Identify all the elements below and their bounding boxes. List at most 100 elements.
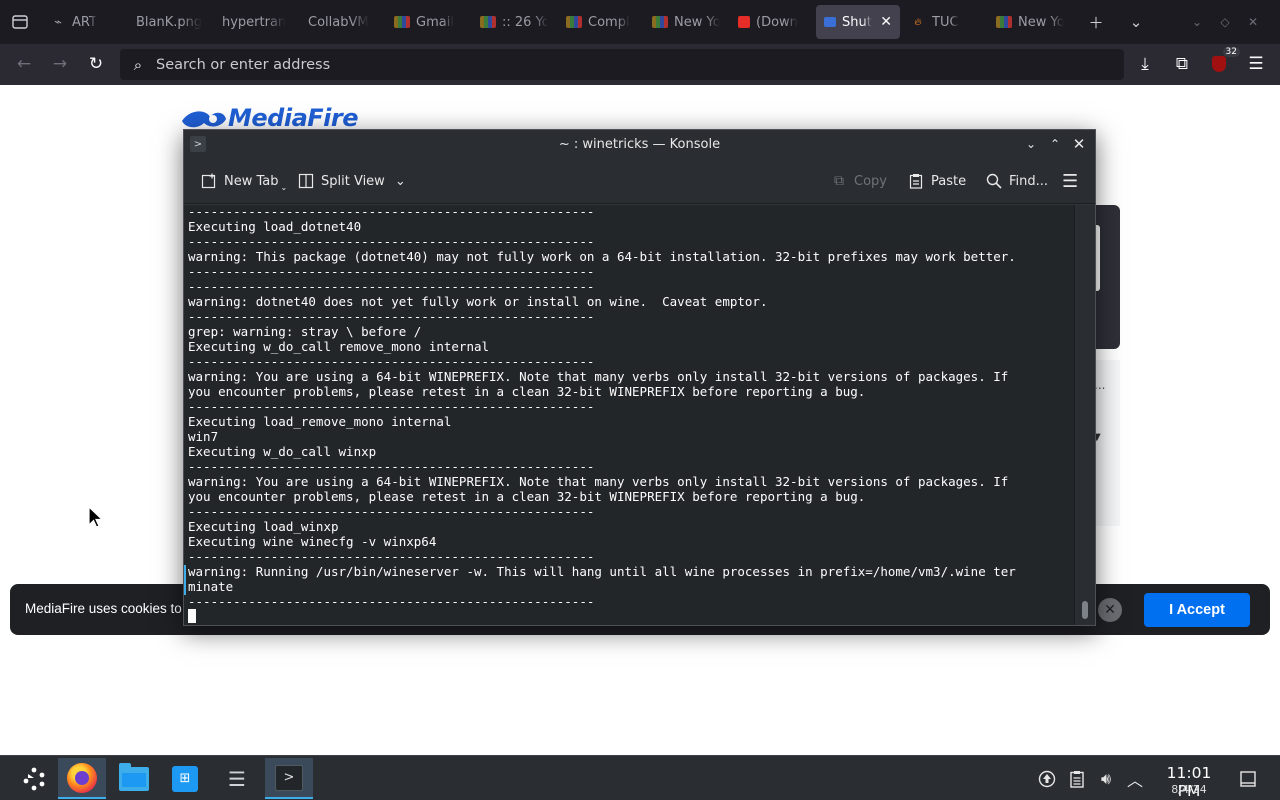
- terminal-line: ----------------------------------------…: [188, 549, 595, 564]
- browser-tab[interactable]: hypertran: [214, 5, 298, 39]
- konsole-app-icon[interactable]: >: [190, 136, 206, 152]
- tab-label: TUC: [932, 14, 959, 30]
- paste-label: Paste: [931, 173, 967, 189]
- terminal-line: Executing w_do_call remove_mono internal: [188, 339, 490, 354]
- fire-icon: 🔥︎: [914, 16, 922, 28]
- split-view-chevron-down-icon[interactable]: ⌄: [395, 174, 406, 189]
- mediafire-logo-text: MediaFire: [228, 104, 359, 132]
- volume-icon[interactable]: 🔊︎: [1095, 768, 1117, 790]
- taskbar-firefox-icon[interactable]: [58, 758, 106, 799]
- browser-tab[interactable]: 🔥︎ TUC: [902, 5, 986, 39]
- toolbar-right-icons: ⤓ ⧉ 32 ☰: [1127, 46, 1274, 82]
- taskbar-system-settings-icon[interactable]: ☰: [213, 758, 261, 799]
- accept-cookies-button[interactable]: I Accept: [1144, 593, 1250, 627]
- address-bar[interactable]: ⌕ Search or enter address: [120, 49, 1124, 80]
- tab-strip: ⌁ ART BlanK.png hypertran CollabVM Gmail:: 26…: [42, 5, 1074, 39]
- peek-desktop-icon[interactable]: [1237, 768, 1259, 790]
- update-notifier-icon[interactable]: [1036, 768, 1058, 790]
- terminal-line: ----------------------------------------…: [188, 279, 595, 294]
- paste-button[interactable]: Paste: [907, 168, 966, 194]
- terminal-line: warning: dotnet40 does not yet fully wor…: [188, 294, 768, 309]
- terminal-scrollbar[interactable]: [1074, 205, 1095, 625]
- ublock-origin-icon[interactable]: 32: [1201, 46, 1240, 82]
- new-tab-icon: [200, 172, 218, 190]
- clipboard-icon[interactable]: [1066, 768, 1088, 790]
- terminal-line: Executing load_winxp: [188, 519, 339, 534]
- terminal-line: ----------------------------------------…: [188, 234, 595, 249]
- taskbar-discover-store-icon[interactable]: ⊞: [161, 758, 209, 799]
- maximize-icon[interactable]: ◇: [1214, 8, 1236, 36]
- downloads-icon[interactable]: ⤓: [1127, 46, 1163, 82]
- tab-label: (Down: [756, 14, 798, 30]
- back-arrow-icon[interactable]: ←: [6, 46, 42, 82]
- terminal-output[interactable]: ----------------------------------------…: [184, 205, 1074, 625]
- application-launcher-icon[interactable]: [10, 758, 58, 799]
- browser-tab[interactable]: New Yo: [988, 5, 1072, 39]
- split-view-button[interactable]: Split View ⌄: [297, 168, 406, 194]
- show-hidden-icons-chevron-icon[interactable]: ︿: [1124, 768, 1146, 790]
- extensions-puzzle-icon[interactable]: ⧉: [1164, 46, 1200, 82]
- tab-label: CollabVM: [308, 14, 369, 30]
- firefox-view-icon[interactable]: [6, 8, 34, 36]
- browser-tab[interactable]: (Down: [730, 5, 814, 39]
- hamburger-menu-icon[interactable]: ☰: [1238, 46, 1274, 82]
- forward-arrow-icon[interactable]: →: [42, 46, 78, 82]
- browser-tab[interactable]: Compl: [558, 5, 642, 39]
- new-tab-label: New Tab: [224, 173, 279, 189]
- clock-date[interactable]: 8/4/24: [1154, 783, 1224, 796]
- hamburger-menu-icon[interactable]: ☰: [1062, 168, 1078, 194]
- terminal-line: ----------------------------------------…: [188, 594, 595, 609]
- close-icon[interactable]: ✕: [1070, 135, 1088, 153]
- list-all-tabs-chevron-icon[interactable]: ⌄: [1122, 8, 1150, 36]
- line-marker: [184, 565, 186, 595]
- terminal-line: warning: You are using a 64-bit WINEPREF…: [188, 474, 1009, 489]
- browser-tab[interactable]: Gmail: [386, 5, 470, 39]
- terminal-line: warning: Running /usr/bin/wineserver -w.…: [188, 564, 1016, 579]
- terminal-line: ----------------------------------------…: [188, 459, 595, 474]
- browser-window-controls: ⌄ ◇ ✕: [1186, 8, 1280, 36]
- terminal-line: ----------------------------------------…: [188, 205, 595, 219]
- new-tab-menu-arrow-icon[interactable]: ⌄: [281, 183, 288, 192]
- search-icon: [985, 172, 1003, 190]
- minimize-icon[interactable]: ⌄: [1186, 8, 1208, 36]
- browser-tab[interactable]: :: 26 Yo: [472, 5, 556, 39]
- find-button[interactable]: Find...: [985, 168, 1048, 194]
- terminal-line: grep: warning: stray \ before /: [188, 324, 422, 339]
- new-tab-plus-icon[interactable]: ＋: [1082, 8, 1110, 36]
- mouse-pointer-icon: [88, 506, 104, 528]
- reload-icon[interactable]: ↻: [78, 46, 114, 82]
- scrollbar-thumb[interactable]: [1082, 601, 1088, 619]
- close-icon[interactable]: ✕: [1242, 8, 1264, 36]
- konsole-titlebar[interactable]: > ~ : winetricks — Konsole ⌄ ⌃ ✕: [184, 130, 1095, 158]
- new-tab-button[interactable]: New Tab ⌄: [200, 168, 287, 194]
- tab-close-icon[interactable]: ✕: [880, 14, 892, 30]
- minimize-icon[interactable]: ⌄: [1022, 135, 1040, 153]
- browser-tab[interactable]: New Yo: [644, 5, 728, 39]
- copy-button[interactable]: ⧉ Copy: [830, 168, 887, 194]
- terminal-line: ----------------------------------------…: [188, 309, 595, 324]
- tab-label: New Yo: [1018, 14, 1064, 30]
- strip-favicon-icon: [652, 16, 668, 28]
- strip-favicon-icon: [480, 16, 496, 28]
- terminal-line: ----------------------------------------…: [188, 354, 595, 369]
- terminal-cursor: [188, 609, 196, 623]
- maximize-icon[interactable]: ⌃: [1046, 135, 1064, 153]
- search-icon: ⌕: [133, 55, 143, 74]
- strip-favicon-icon: [394, 16, 410, 28]
- taskbar-konsole-icon[interactable]: >: [265, 758, 313, 799]
- browser-tab[interactable]: ⌁ ART: [42, 5, 126, 39]
- taskbar-file-manager-icon[interactable]: [110, 758, 158, 799]
- browser-tab[interactable]: BlanK.png: [128, 5, 212, 39]
- music-icon: ⌁: [54, 14, 62, 30]
- cookie-close-icon[interactable]: ✕: [1098, 598, 1122, 622]
- terminal-line: Executing load_remove_mono internal: [188, 414, 452, 429]
- terminal-line: minate: [188, 579, 234, 594]
- browser-tab[interactable]: Shut ✕: [816, 5, 900, 39]
- find-label: Find...: [1009, 173, 1049, 189]
- split-view-icon: [297, 172, 315, 190]
- terminal-line: win7: [188, 429, 219, 444]
- terminal-line: warning: You are using a 64-bit WINEPREF…: [188, 369, 1009, 384]
- copy-icon: ⧉: [834, 173, 844, 189]
- mediafire-logo[interactable]: MediaFire: [180, 104, 359, 132]
- browser-tab[interactable]: CollabVM: [300, 5, 384, 39]
